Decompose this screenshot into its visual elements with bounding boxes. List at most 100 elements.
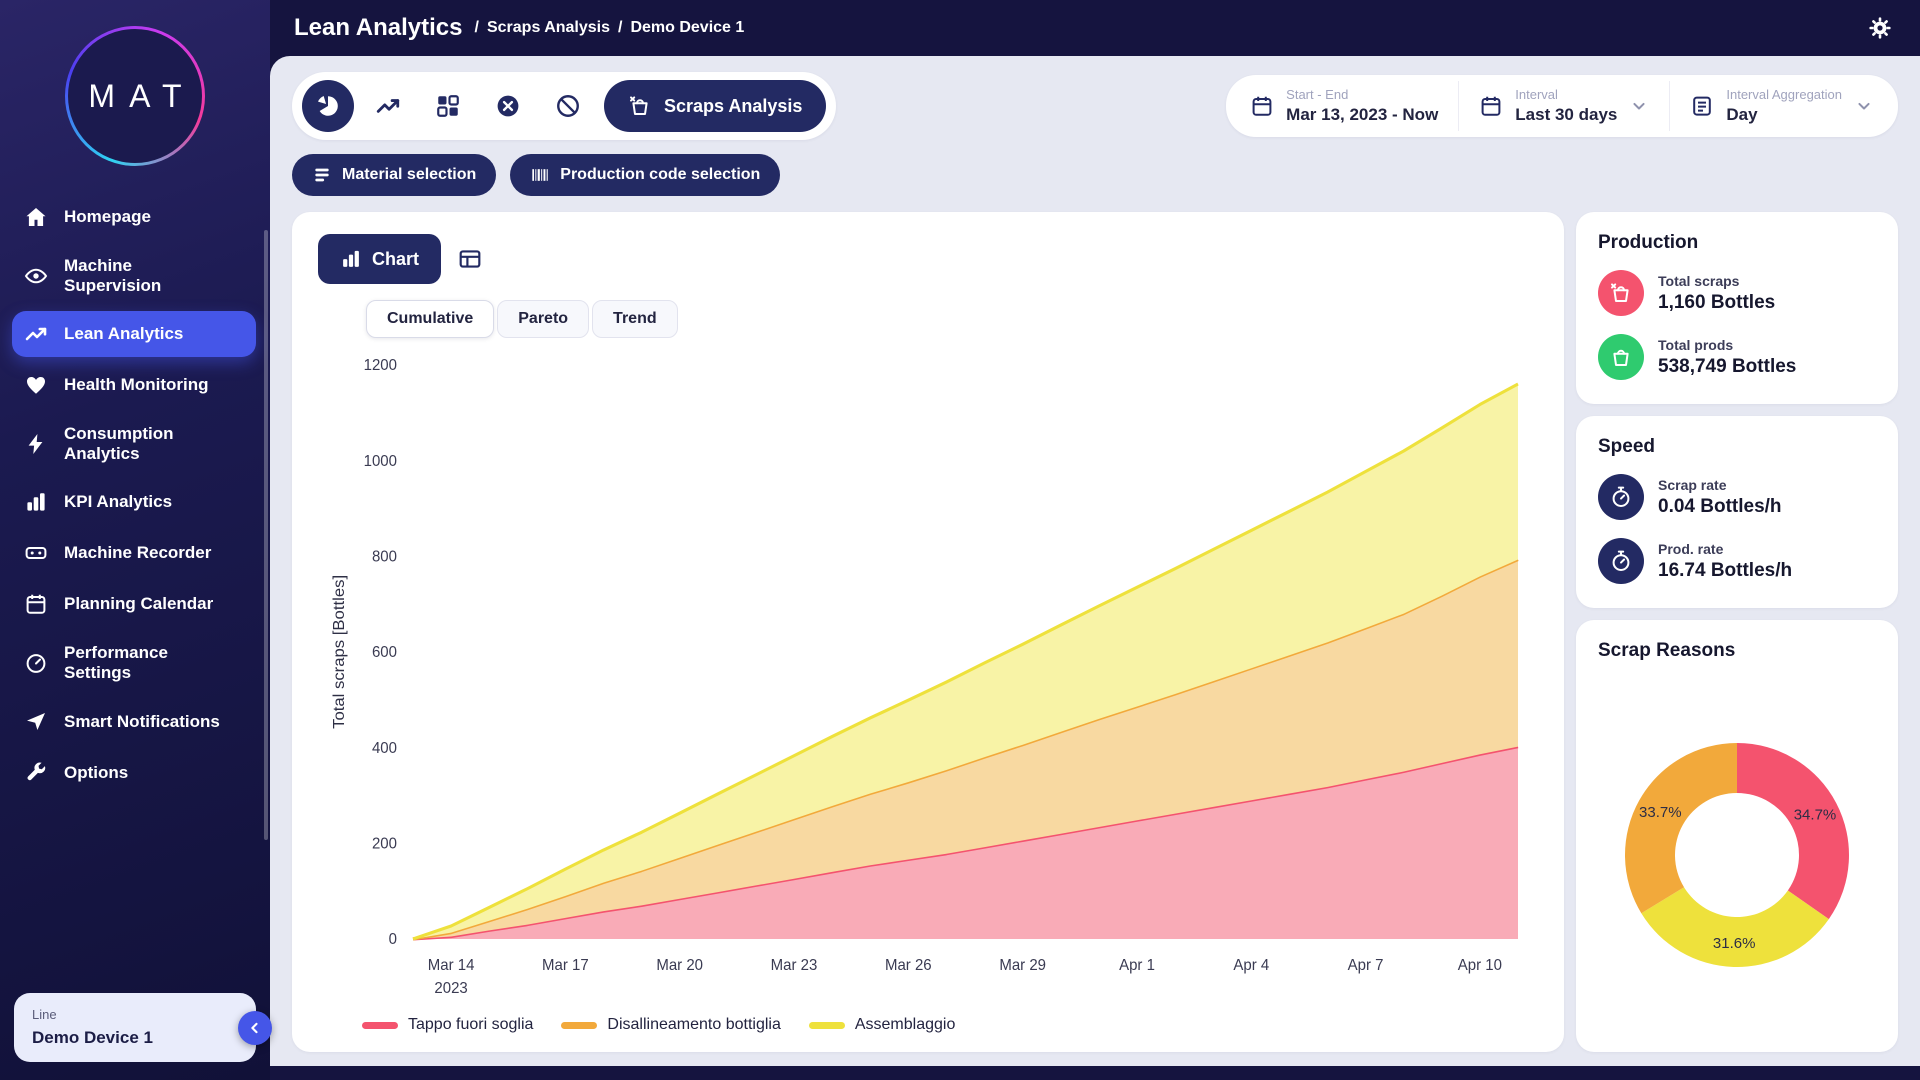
svg-text:600: 600: [372, 644, 397, 661]
sidebar-item-label: Machine Supervision: [64, 256, 222, 295]
filter-row: Material selection Production code selec…: [292, 154, 1898, 196]
sidebar-item-lean-analytics[interactable]: Lean Analytics: [12, 311, 256, 357]
chart-view-button[interactable]: Chart: [318, 234, 441, 284]
tab-cumulative[interactable]: Cumulative: [366, 300, 494, 338]
tab-trend[interactable]: Trend: [592, 300, 678, 338]
wrench-icon: [24, 760, 48, 784]
production-panel: Production Total scraps1,160 BottlesTota…: [1576, 212, 1898, 404]
cumulative-area-chart[interactable]: 020040060080010001200Mar 142023Mar 17Mar…: [318, 344, 1538, 1012]
sidebar-item-performance-settings[interactable]: Performance Settings: [12, 632, 256, 693]
gear-icon: [1868, 16, 1892, 40]
chart-button-label: Chart: [372, 249, 419, 270]
losses-analysis-button[interactable]: [542, 80, 594, 132]
basket-icon: [1598, 334, 1644, 380]
svg-text:Mar 20: Mar 20: [656, 957, 703, 974]
production-code-selection-button[interactable]: Production code selection: [510, 154, 780, 196]
svg-text:Mar 29: Mar 29: [999, 957, 1046, 974]
sidebar-item-homepage[interactable]: Homepage: [12, 194, 256, 240]
legend-item-tappo-fuori-soglia: Tappo fuori soglia: [362, 1016, 533, 1034]
sidebar-item-kpi-analytics[interactable]: KPI Analytics: [12, 479, 256, 525]
topbar: Lean Analytics /Scraps Analysis/Demo Dev…: [270, 0, 1920, 56]
sidebar-collapse-button[interactable]: [238, 1011, 272, 1045]
scraps-analysis-button[interactable]: Scraps Analysis: [604, 80, 826, 132]
speed-panel: Speed Scrap rate0.04 Bottles/hProd. rate…: [1576, 416, 1898, 608]
sidebar-item-label: KPI Analytics: [64, 492, 172, 512]
stops-analysis-button[interactable]: [482, 80, 534, 132]
svg-text:1000: 1000: [364, 453, 397, 470]
matrix-analysis-button[interactable]: [422, 80, 474, 132]
svg-text:Apr 4: Apr 4: [1233, 957, 1269, 974]
kpi-row-scrap-rate: Scrap rate0.04 Bottles/h: [1598, 474, 1876, 520]
svg-text:1200: 1200: [364, 357, 397, 374]
legend-label: Assemblaggio: [855, 1016, 956, 1034]
pie-icon: [315, 93, 341, 119]
table-view-button[interactable]: [457, 246, 483, 272]
legend-swatch: [362, 1022, 398, 1029]
legend-swatch: [561, 1022, 597, 1029]
kpi-row-prod-rate: Prod. rate16.74 Bottles/h: [1598, 538, 1876, 584]
breadcrumb-separator: /: [618, 19, 622, 37]
scrap-reasons-donut[interactable]: 34.7%31.6%33.7%: [1612, 730, 1862, 980]
date-range-value: Mar 13, 2023 - Now: [1286, 105, 1438, 125]
scraps-analysis-label: Scraps Analysis: [664, 96, 802, 117]
sidebar-item-machine-recorder[interactable]: Machine Recorder: [12, 530, 256, 576]
sidebar-item-options[interactable]: Options: [12, 749, 256, 795]
sidebar-item-consumption-analytics[interactable]: Consumption Analytics: [12, 413, 256, 474]
aggregation-label: Interval Aggregation: [1726, 87, 1842, 102]
breadcrumb-item-demo-device-1[interactable]: Demo Device 1: [630, 19, 744, 37]
material-selection-button[interactable]: Material selection: [292, 154, 496, 196]
trend-analysis-button[interactable]: [362, 80, 414, 132]
sidebar-item-label: Machine Recorder: [64, 543, 211, 563]
kpi-label: Total prods: [1658, 337, 1796, 353]
logo: MAT: [0, 0, 270, 186]
legend-label: Disallineamento bottiglia: [607, 1016, 780, 1034]
sidebar-item-label: Planning Calendar: [64, 594, 213, 614]
date-range-picker[interactable]: Start - End Mar 13, 2023 - Now: [1230, 81, 1458, 131]
home-icon: [24, 205, 48, 229]
kpi-column: Production Total scraps1,160 BottlesTota…: [1576, 212, 1898, 1052]
kpi-value: 1,160 Bottles: [1658, 292, 1775, 314]
tab-pareto[interactable]: Pareto: [497, 300, 589, 338]
aggregation-picker[interactable]: Interval Aggregation Day: [1669, 81, 1894, 131]
svg-text:0: 0: [389, 931, 397, 948]
kpi-label: Scrap rate: [1658, 477, 1782, 493]
kpi-texts: Total prods538,749 Bottles: [1658, 337, 1796, 378]
sidebar-item-smart-notifications[interactable]: Smart Notifications: [12, 698, 256, 744]
svg-text:Mar 17: Mar 17: [542, 957, 589, 974]
chart-legend: Tappo fuori soglia Disallineamento bottig…: [318, 1012, 1538, 1036]
svg-text:Apr 7: Apr 7: [1348, 957, 1384, 974]
breadcrumb-separator: /: [475, 19, 479, 37]
svg-text:31.6%: 31.6%: [1713, 935, 1756, 952]
date-toolbar: Start - End Mar 13, 2023 - Now Interval …: [1226, 75, 1898, 137]
interval-picker[interactable]: Interval Last 30 days: [1458, 81, 1669, 131]
note-icon: [1690, 94, 1714, 118]
bars-icon: [24, 490, 48, 514]
kpi-label: Total scraps: [1658, 273, 1775, 289]
svg-text:800: 800: [372, 548, 397, 565]
main: Lean Analytics /Scraps Analysis/Demo Dev…: [270, 0, 1920, 1080]
pie-analysis-button[interactable]: [302, 80, 354, 132]
svg-text:Mar 23: Mar 23: [771, 957, 818, 974]
sidebar-item-machine-supervision[interactable]: Machine Supervision: [12, 245, 256, 306]
sidebar-item-health-monitoring[interactable]: Health Monitoring: [12, 362, 256, 408]
settings-button[interactable]: [1868, 16, 1892, 40]
chevron-down-icon: [1854, 96, 1874, 116]
scrap-reasons-title: Scrap Reasons: [1598, 640, 1876, 662]
barcode-icon: [530, 165, 550, 185]
sidebar-item-planning-calendar[interactable]: Planning Calendar: [12, 581, 256, 627]
device-name: Demo Device 1: [32, 1028, 238, 1048]
sidebar-item-label: Health Monitoring: [64, 375, 208, 395]
heart-icon: [24, 373, 48, 397]
basket-x-icon: [1598, 270, 1644, 316]
breadcrumb-item-scraps-analysis[interactable]: Scraps Analysis: [487, 19, 610, 37]
legend-label: Tappo fuori soglia: [408, 1016, 533, 1034]
sidebar-nav: Homepage Machine Supervision Lean Analytic…: [0, 186, 270, 983]
date-range-label: Start - End: [1286, 87, 1438, 102]
production-code-selection-label: Production code selection: [560, 166, 760, 184]
chart-tabs: CumulativeParetoTrend: [366, 300, 1538, 338]
trend-icon: [24, 322, 48, 346]
interval-label: Interval: [1515, 87, 1617, 102]
donut-wrap: 34.7%31.6%33.7%: [1598, 678, 1876, 1032]
kpi-label: Prod. rate: [1658, 541, 1792, 557]
sidebar-scrollbar[interactable]: [264, 230, 268, 840]
